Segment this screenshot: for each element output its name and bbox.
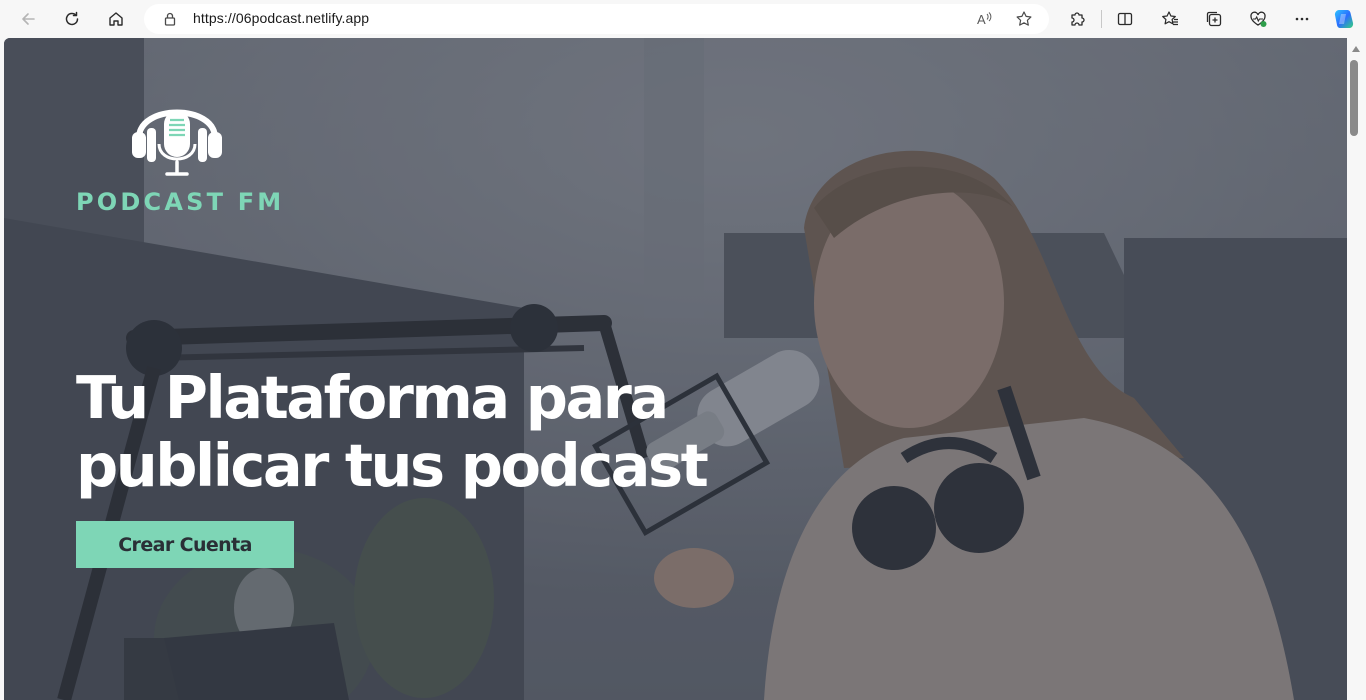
logo-text: PODCAST FM bbox=[76, 188, 285, 216]
favorites-icon bbox=[1162, 11, 1178, 26]
hero-headline-line-1: Tu Plataforma para bbox=[76, 363, 669, 432]
browser-toolbar: https://06podcast.netlify.app A bbox=[0, 0, 1366, 38]
create-account-button[interactable]: Crear Cuenta bbox=[76, 521, 294, 568]
scroll-thumb[interactable] bbox=[1350, 60, 1358, 136]
refresh-button[interactable] bbox=[58, 5, 86, 33]
split-screen-button[interactable] bbox=[1111, 5, 1139, 33]
page-viewport: PODCAST FM Tu Plataforma para publicar t… bbox=[4, 38, 1347, 700]
more-options-button[interactable] bbox=[1288, 5, 1316, 33]
extensions-button[interactable] bbox=[1063, 5, 1091, 33]
url-text[interactable]: https://06podcast.netlify.app bbox=[193, 10, 369, 26]
home-icon bbox=[109, 12, 123, 26]
read-aloud-icon[interactable]: A bbox=[975, 10, 993, 28]
star-icon[interactable] bbox=[1015, 10, 1033, 28]
svg-text:A: A bbox=[977, 12, 986, 27]
hero-headline-line-2: publicar tus podcast bbox=[76, 431, 709, 500]
toolbar-separator bbox=[1101, 10, 1102, 28]
back-button[interactable] bbox=[14, 5, 42, 33]
copilot-button[interactable] bbox=[1330, 5, 1358, 33]
scroll-up-arrow-icon[interactable] bbox=[1352, 46, 1360, 52]
back-arrow-icon bbox=[22, 13, 35, 25]
hero-headline: Tu Plataforma para publicar tus podcast bbox=[76, 364, 776, 500]
browser-essentials-button[interactable] bbox=[1244, 5, 1272, 33]
collections-icon bbox=[1206, 11, 1222, 27]
more-dots-icon bbox=[1295, 17, 1309, 21]
favorites-button[interactable] bbox=[1156, 5, 1184, 33]
copilot-icon bbox=[1334, 10, 1354, 28]
puzzle-icon bbox=[1071, 12, 1085, 26]
vertical-scrollbar[interactable] bbox=[1347, 38, 1366, 700]
address-bar[interactable]: https://06podcast.netlify.app A bbox=[144, 4, 1049, 34]
collections-button[interactable] bbox=[1200, 5, 1228, 33]
home-button[interactable] bbox=[102, 5, 130, 33]
refresh-icon bbox=[65, 11, 79, 26]
lock-icon[interactable] bbox=[162, 11, 178, 27]
heart-pulse-icon bbox=[1250, 11, 1267, 27]
headphones-microphone-logo-icon bbox=[132, 109, 222, 176]
site-logo[interactable]: PODCAST FM bbox=[74, 86, 284, 221]
split-screen-icon bbox=[1117, 12, 1133, 26]
